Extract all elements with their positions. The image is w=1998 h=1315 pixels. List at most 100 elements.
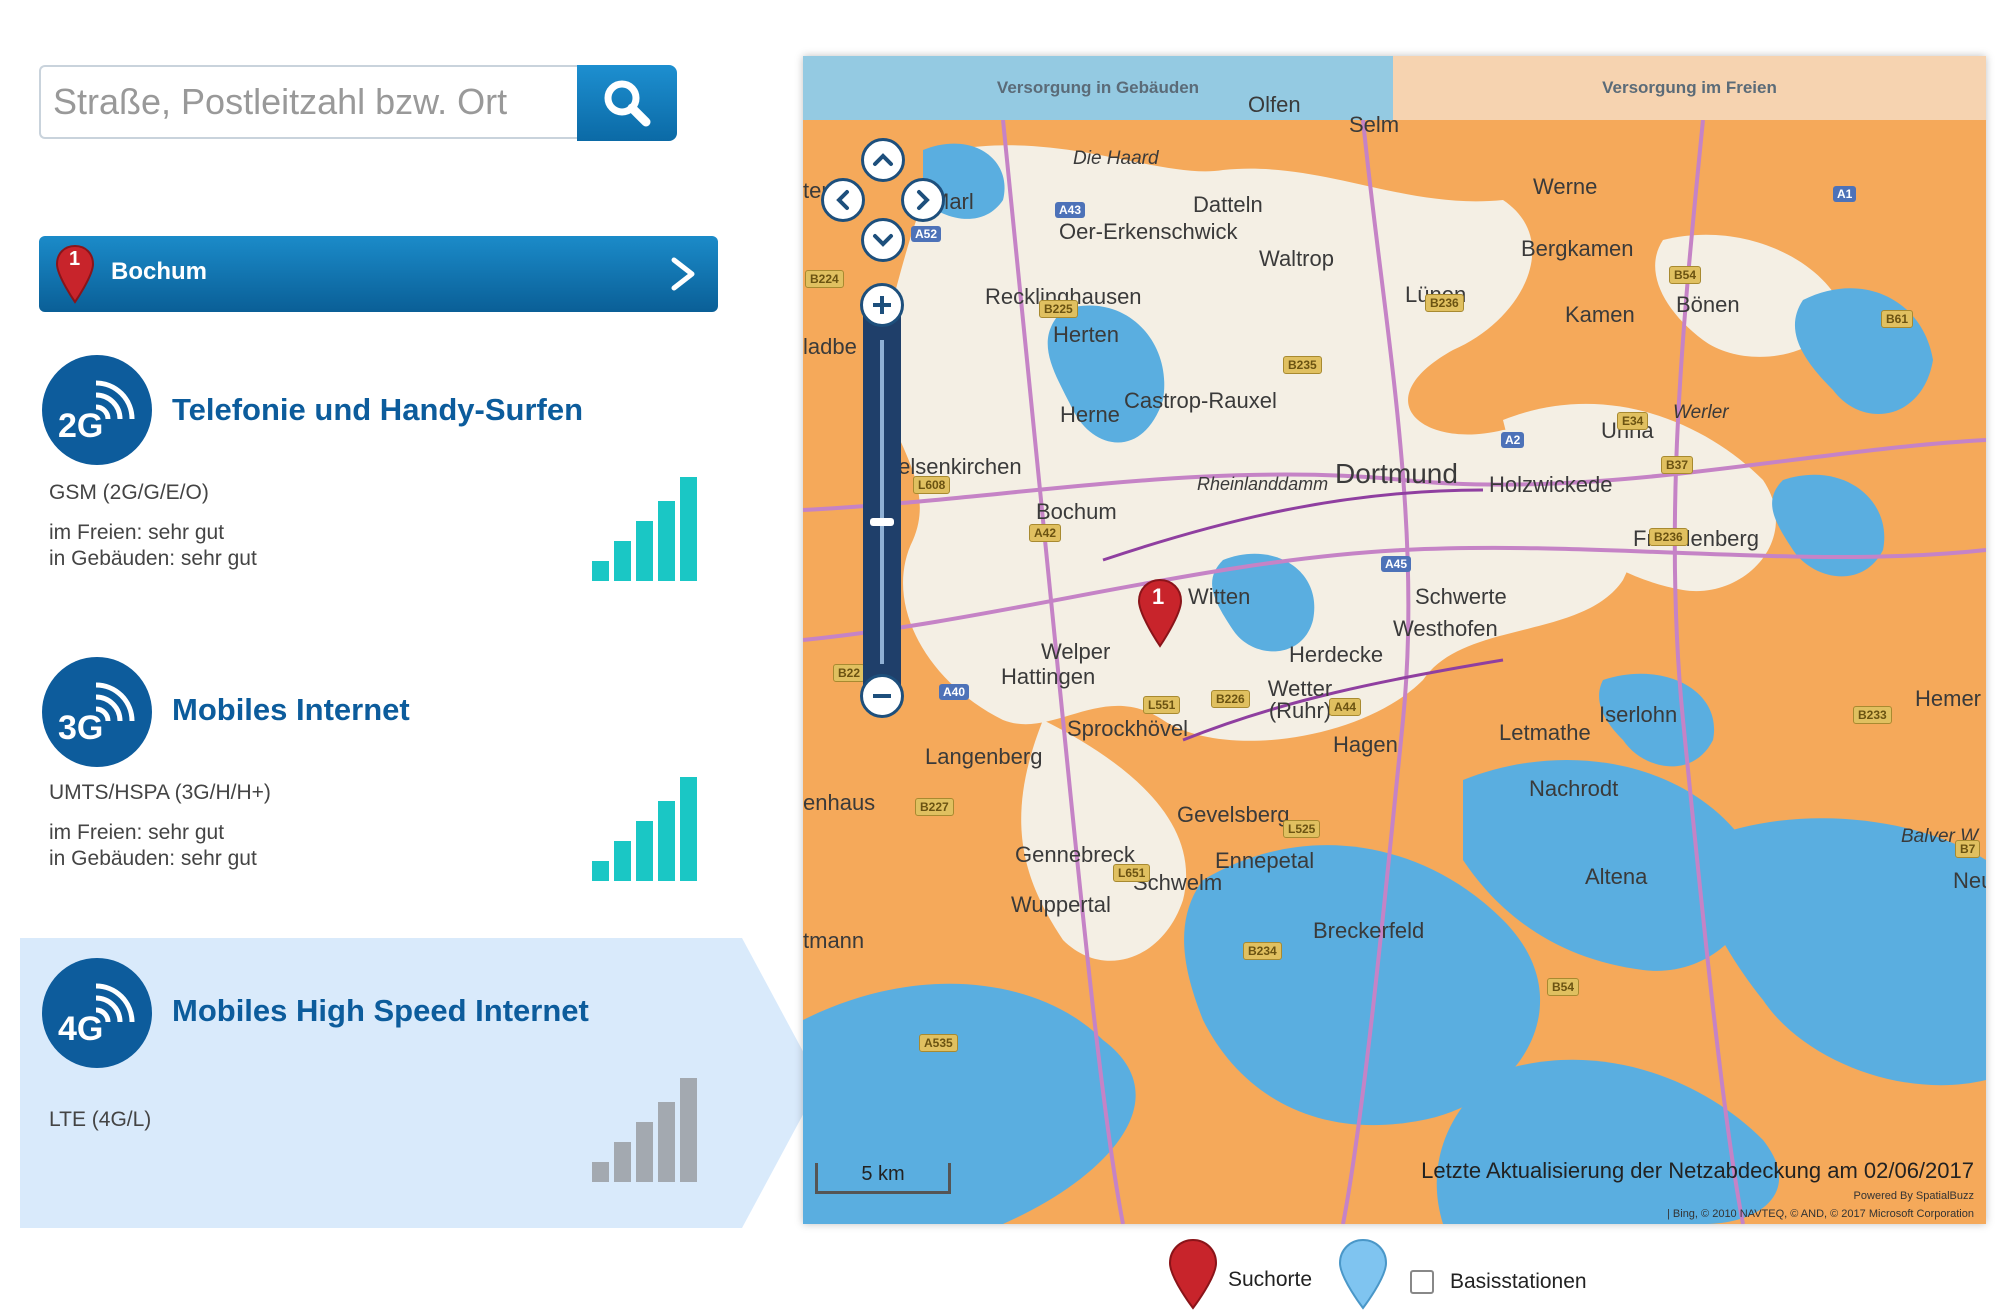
signal-bar bbox=[592, 861, 609, 881]
map-label: Waltrop bbox=[1259, 246, 1334, 271]
base-stations-checkbox[interactable] bbox=[1410, 1270, 1434, 1294]
signal-bar bbox=[636, 821, 653, 881]
signal-bar bbox=[680, 777, 697, 881]
location-number: 1 bbox=[69, 248, 81, 270]
zoom-in-button[interactable] bbox=[860, 283, 904, 327]
map-label: Nachrodt bbox=[1529, 776, 1619, 801]
map-label: Wuppertal bbox=[1011, 892, 1111, 917]
network-indoor: in Gebäuden: sehr gut bbox=[49, 847, 257, 870]
map-label: Westhofen bbox=[1393, 616, 1498, 641]
map-label: Werne bbox=[1533, 174, 1598, 199]
network-3g[interactable]: 3G Mobiles Internet UMTS/HSPA (3G/H/H+) … bbox=[0, 657, 790, 917]
signal-bars-icon bbox=[592, 1078, 702, 1182]
road-shield: B226 bbox=[1211, 690, 1250, 708]
signal-bar bbox=[658, 1102, 675, 1182]
map-label: Hemer bbox=[1915, 686, 1982, 711]
signal-bar bbox=[614, 841, 631, 881]
network-4g[interactable]: 4G Mobiles High Speed Internet LTE (4G/L… bbox=[0, 958, 790, 1208]
map-label: Bönen bbox=[1676, 292, 1740, 317]
network-title: Mobiles High Speed Internet bbox=[172, 993, 589, 1028]
search-location-marker[interactable]: 1 bbox=[1137, 578, 1183, 653]
map-label: Datteln bbox=[1193, 192, 1263, 217]
minus-icon bbox=[873, 694, 891, 698]
road-shield: B7 bbox=[1955, 840, 1981, 858]
map-label: Rheinlanddamm bbox=[1197, 474, 1329, 494]
road-shield: B227 bbox=[915, 798, 954, 816]
road-shield: B225 bbox=[1039, 300, 1078, 318]
map-label: Altena bbox=[1585, 864, 1648, 889]
search-button[interactable] bbox=[577, 65, 677, 141]
network-indoor: in Gebäuden: sehr gut bbox=[49, 547, 257, 570]
pan-down-button[interactable] bbox=[861, 218, 905, 262]
pan-left-button[interactable] bbox=[821, 178, 865, 222]
4g-badge-icon: 4G bbox=[42, 958, 152, 1068]
map-label: tmann bbox=[803, 928, 865, 953]
signal-bar bbox=[636, 521, 653, 581]
coverage-map[interactable]: Versorgung in Gebäuden Versorgung im Fre… bbox=[803, 56, 1986, 1224]
3g-badge-icon: 3G bbox=[42, 657, 152, 767]
map-label: Castrop-Rauxel bbox=[1124, 388, 1277, 413]
zoom-handle[interactable] bbox=[870, 518, 894, 526]
tab-indoor-coverage[interactable]: Versorgung in Gebäuden bbox=[803, 56, 1393, 120]
zoom-out-button[interactable] bbox=[860, 674, 904, 718]
map-label: Iserlohn bbox=[1599, 702, 1678, 727]
map-label: Sprockhövel bbox=[1067, 716, 1189, 741]
location-pin-icon: 1 bbox=[55, 244, 95, 309]
road-shield: B234 bbox=[1243, 942, 1282, 960]
road-shield: A40 bbox=[939, 684, 970, 700]
red-pin-icon bbox=[1168, 1238, 1218, 1310]
road-shield: B233 bbox=[1853, 706, 1892, 724]
network-2g[interactable]: 2G Telefonie und Handy-Surfen GSM (2G/G/… bbox=[0, 355, 790, 615]
road-shield: L651 bbox=[1113, 864, 1151, 882]
road-shield: B236 bbox=[1649, 528, 1688, 546]
tab-outdoor-coverage[interactable]: Versorgung im Freien bbox=[1393, 56, 1986, 120]
map-label: Hattingen bbox=[1001, 664, 1096, 689]
map-label: Holzwickede bbox=[1489, 472, 1613, 497]
plus-icon bbox=[873, 296, 891, 314]
signal-bar bbox=[614, 541, 631, 581]
signal-bar bbox=[680, 1078, 697, 1182]
chevron-down-icon bbox=[873, 234, 893, 247]
road-shield: A535 bbox=[919, 1034, 958, 1052]
map-label: Herne bbox=[1060, 402, 1120, 427]
road-shield: A42 bbox=[1029, 524, 1062, 542]
map-label: Gevelsberg bbox=[1177, 802, 1290, 827]
network-outdoor: im Freien: sehr gut bbox=[49, 821, 225, 844]
signal-bars-icon bbox=[592, 777, 702, 881]
chevron-left-icon bbox=[836, 190, 849, 210]
signal-bars-icon bbox=[592, 477, 702, 581]
2g-badge-icon: 2G bbox=[42, 355, 152, 465]
network-tech: GSM (2G/G/E/O) bbox=[49, 481, 209, 504]
road-shield: L525 bbox=[1283, 820, 1321, 838]
map-label: Herdecke bbox=[1289, 642, 1384, 667]
update-text: Letzte Aktualisierung der Netzabdeckung … bbox=[1421, 1158, 1974, 1183]
zoom-slider[interactable] bbox=[863, 296, 901, 708]
road-shield: B54 bbox=[1669, 266, 1702, 284]
map-label: Werler bbox=[1673, 402, 1729, 423]
network-outdoor: im Freien: sehr gut bbox=[49, 521, 225, 544]
signal-bar bbox=[592, 561, 609, 581]
map-label: Gelsenkirchen bbox=[881, 454, 1022, 479]
map-label: Schwerte bbox=[1415, 584, 1507, 609]
network-tech: LTE (4G/L) bbox=[49, 1108, 152, 1131]
pan-up-button[interactable] bbox=[861, 138, 905, 182]
signal-bar bbox=[658, 501, 675, 581]
legend-label-base-stations: Basisstationen bbox=[1450, 1270, 1587, 1293]
scale-bar: 5 km bbox=[815, 1163, 951, 1194]
map-label: Olfen bbox=[1248, 92, 1301, 117]
chevron-up-icon bbox=[873, 153, 893, 166]
road-shield: L608 bbox=[913, 476, 951, 494]
road-shield: A45 bbox=[1381, 556, 1412, 572]
location-bar[interactable]: 1 Bochum bbox=[39, 236, 718, 312]
signal-bar bbox=[658, 801, 675, 881]
map-copyright: | Bing, © 2010 NAVTEQ, © AND, © 2017 Mic… bbox=[1667, 1208, 1974, 1220]
road-shield: A43 bbox=[1055, 202, 1086, 218]
signal-bar bbox=[680, 477, 697, 581]
road-shield: A2 bbox=[1501, 432, 1525, 448]
road-shield: B236 bbox=[1425, 294, 1464, 312]
pan-right-button[interactable] bbox=[901, 178, 945, 222]
search-input[interactable] bbox=[39, 65, 577, 139]
map-label: Breckerfeld bbox=[1313, 918, 1425, 943]
road-shield: B37 bbox=[1661, 456, 1694, 474]
coverage-layer bbox=[803, 120, 1986, 1224]
